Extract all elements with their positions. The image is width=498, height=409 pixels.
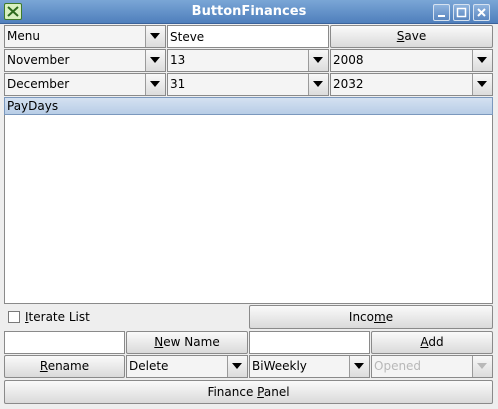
save-button[interactable]: Save [330, 25, 493, 48]
chevron-down-icon[interactable] [145, 74, 165, 95]
rename-button[interactable]: Rename [4, 355, 125, 378]
name-field[interactable] [167, 25, 329, 48]
income-button[interactable]: Income [249, 305, 493, 329]
paydays-list-header: PayDays [4, 97, 493, 115]
end-day-value: 31 [170, 77, 186, 91]
new-name-input[interactable] [5, 332, 124, 353]
window-title: ButtonFinances [191, 4, 307, 19]
chevron-down-icon[interactable] [145, 50, 165, 71]
finance-panel-button[interactable]: Finance Panel [4, 380, 493, 404]
chevron-down-icon[interactable] [472, 74, 492, 95]
end-year-value: 2032 [333, 77, 364, 91]
chevron-down-icon[interactable] [227, 356, 247, 377]
status-combo: Opened [371, 355, 493, 378]
start-day-combo[interactable]: 13 [167, 49, 329, 72]
frequency-combo-value: BiWeekly [252, 359, 307, 373]
amount-input[interactable] [250, 332, 369, 353]
minimize-icon[interactable] [433, 4, 450, 21]
new-name-button[interactable]: New Name [126, 331, 248, 354]
add-button[interactable]: Add [371, 331, 493, 354]
chevron-down-icon[interactable] [349, 356, 369, 377]
start-month-value: November [7, 53, 70, 67]
iterate-list-checkbox[interactable] [8, 311, 20, 323]
chevron-down-icon[interactable] [308, 74, 328, 95]
name-input[interactable] [168, 26, 328, 47]
chevron-down-icon [472, 356, 492, 377]
start-month-combo[interactable]: November [4, 49, 166, 72]
new-name-field[interactable] [4, 331, 125, 354]
end-year-combo[interactable]: 2032 [330, 73, 493, 96]
delete-combo[interactable]: Delete [126, 355, 248, 378]
amount-field[interactable] [249, 331, 370, 354]
chevron-down-icon[interactable] [308, 50, 328, 71]
chevron-down-icon[interactable] [145, 26, 165, 47]
start-year-value: 2008 [333, 53, 364, 67]
maximize-icon[interactable] [453, 4, 470, 21]
iterate-list-label[interactable]: Iterate List [25, 309, 90, 326]
frequency-combo[interactable]: BiWeekly [249, 355, 370, 378]
menu-combo-value: Menu [7, 29, 40, 43]
menu-combo[interactable]: Menu [4, 25, 166, 48]
status-combo-value: Opened [374, 359, 422, 373]
start-day-value: 13 [170, 53, 186, 67]
close-icon[interactable] [473, 4, 490, 21]
start-year-combo[interactable]: 2008 [330, 49, 493, 72]
chevron-down-icon[interactable] [472, 50, 492, 71]
end-month-value: December [7, 77, 70, 91]
end-day-combo[interactable]: 31 [167, 73, 329, 96]
end-month-combo[interactable]: December [4, 73, 166, 96]
delete-combo-value: Delete [129, 359, 169, 373]
paydays-list[interactable] [4, 115, 493, 304]
